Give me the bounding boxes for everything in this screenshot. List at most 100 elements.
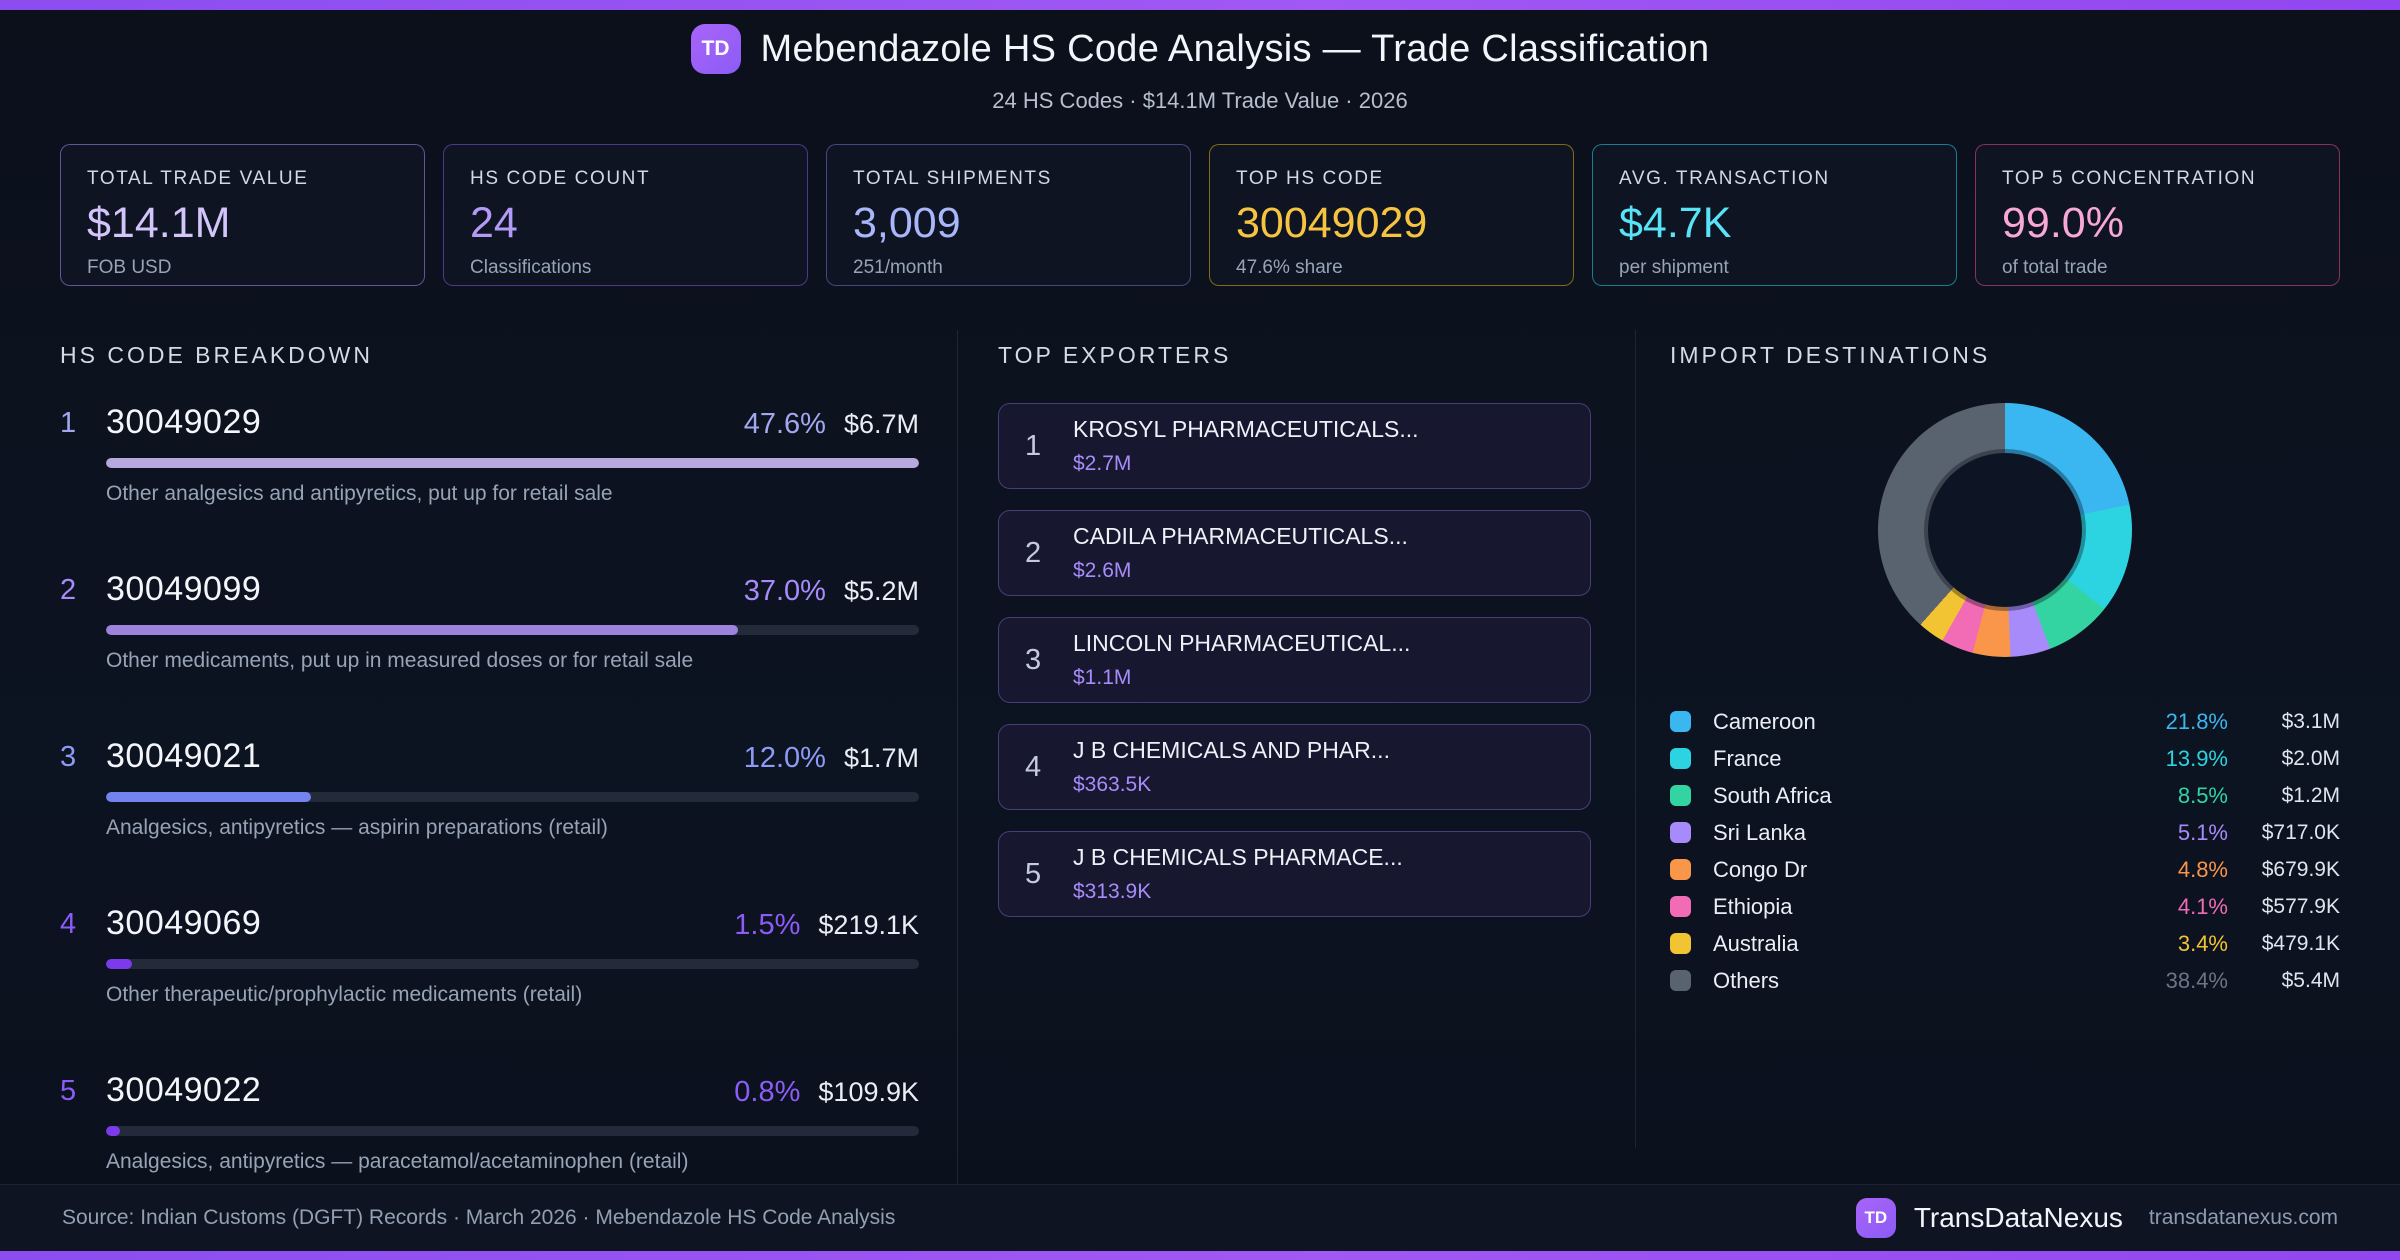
hs-code-description: Analgesics, antipyretics — paracetamol/a… (106, 1150, 689, 1173)
legend-value: $3.1M (2281, 709, 2340, 733)
legend-row: Ethiopia 4.1% $577.9K (1670, 888, 2340, 925)
stat-label: TOTAL SHIPMENTS (853, 168, 1052, 189)
hs-breakdown-row: 3 30049021 12.0% $1.7M Analgesics, antip… (60, 737, 919, 840)
hs-code: 30049029 (106, 403, 262, 441)
stat-label: AVG. TRANSACTION (1619, 168, 1830, 189)
top-accent-bar (0, 0, 2400, 10)
progress-fill (106, 959, 132, 969)
legend-row: Congo Dr 4.8% $679.9K (1670, 851, 2340, 888)
stat-card-total-shipments: TOTAL SHIPMENTS 3,009 251/month (826, 144, 1191, 286)
exporter-name: CADILA PHARMACEUTICALS... (1073, 523, 1408, 549)
stat-label: TOP HS CODE (1236, 168, 1384, 189)
exporter-card: 3 LINCOLN PHARMACEUTICAL... $1.1M (998, 617, 1591, 703)
exporter-card: 1 KROSYL PHARMACEUTICALS... $2.7M (998, 403, 1591, 489)
exporter-card: 4 J B CHEMICALS AND PHAR... $363.5K (998, 724, 1591, 810)
stat-sublabel: FOB USD (87, 257, 172, 278)
exporter-value: $2.7M (1073, 452, 1132, 475)
donut-hole (1928, 453, 2082, 607)
progress-fill (106, 792, 311, 802)
stat-label: TOTAL TRADE VALUE (87, 168, 309, 189)
legend-percent: 3.4% (2177, 930, 2228, 956)
share-percent: 37.0% (743, 575, 826, 607)
stat-sublabel: of total trade (2002, 257, 2108, 278)
legend-swatch (1670, 785, 1691, 806)
legend-country: South Africa (1713, 782, 1832, 808)
stat-value: 99.0% (2002, 199, 2124, 247)
stat-card-total-trade-value: TOTAL TRADE VALUE $14.1M FOB USD (60, 144, 425, 286)
stat-sublabel: 251/month (853, 257, 943, 278)
rank-number: 4 (1025, 750, 1042, 783)
stat-sublabel: per shipment (1619, 257, 1729, 278)
stat-card-top-hs-code: TOP HS CODE 30049029 47.6% share (1209, 144, 1574, 286)
legend-swatch (1670, 711, 1691, 732)
progress-track (106, 625, 919, 635)
brand-logo-badge: TD (1855, 1198, 1896, 1238)
stat-value: $14.1M (87, 199, 231, 247)
hs-code-description: Analgesics, antipyretics — aspirin prepa… (106, 816, 608, 839)
legend-value: $577.9K (2261, 894, 2340, 918)
exporter-card: 2 CADILA PHARMACEUTICALS... $2.6M (998, 510, 1591, 596)
destinations-legend: Cameroon 21.8% $3.1M France 13.9% $2.0M … (1670, 703, 2340, 999)
hs-breakdown-row: 1 30049029 47.6% $6.7M Other analgesics … (60, 403, 919, 506)
rank-number: 3 (60, 741, 77, 773)
legend-row: South Africa 8.5% $1.2M (1670, 777, 2340, 814)
header: TD Mebendazole HS Code Analysis — Trade … (0, 0, 2400, 114)
progress-fill (106, 1126, 120, 1136)
section-heading-breakdown: HS CODE BREAKDOWN (60, 342, 373, 368)
source-note: Source: Indian Customs (DGFT) Records · … (62, 1206, 896, 1229)
legend-swatch (1670, 933, 1691, 954)
legend-value: $717.0K (2261, 820, 2340, 844)
legend-row: Australia 3.4% $479.1K (1670, 925, 2340, 962)
footer-branding: TD TransDataNexus transdatanexus.com (1855, 1198, 2338, 1238)
legend-percent: 13.9% (2165, 745, 2228, 771)
stat-sublabel: 47.6% share (1236, 257, 1343, 278)
rank-number: 2 (60, 574, 77, 606)
hs-code-breakdown-panel: HS CODE BREAKDOWN 1 30049029 47.6% $6.7M… (60, 330, 958, 1238)
rank-number: 5 (1025, 857, 1042, 890)
legend-value: $479.1K (2261, 931, 2340, 955)
bottom-accent-bar (0, 1251, 2400, 1260)
stat-card-hs-code-count: HS CODE COUNT 24 Classifications (443, 144, 808, 286)
legend-country: France (1713, 745, 1782, 771)
exporter-value: $1.1M (1073, 666, 1132, 689)
hs-breakdown-row: 2 30049099 37.0% $5.2M Other medicaments… (60, 570, 919, 673)
progress-fill (106, 625, 738, 635)
section-heading-exporters: TOP EXPORTERS (998, 342, 1232, 368)
stat-card-avg-transaction: AVG. TRANSACTION $4.7K per shipment (1592, 144, 1957, 286)
trade-value: $6.7M (843, 409, 919, 439)
hs-code: 30049022 (106, 1071, 262, 1109)
exporter-name: J B CHEMICALS PHARMACE... (1073, 844, 1403, 870)
page-title: Mebendazole HS Code Analysis — Trade Cla… (760, 27, 1710, 70)
stat-value: 30049029 (1236, 199, 1428, 247)
exporter-name: J B CHEMICALS AND PHAR... (1073, 737, 1390, 763)
brand-domain: transdatanexus.com (2148, 1206, 2338, 1229)
trade-value: $109.9K (818, 1077, 919, 1107)
stat-value: $4.7K (1619, 199, 1732, 247)
brand-logo-badge: TD (690, 24, 741, 74)
legend-country: Sri Lanka (1713, 819, 1806, 845)
exporter-card: 5 J B CHEMICALS PHARMACE... $313.9K (998, 831, 1591, 917)
brand-name: TransDataNexus (1913, 1202, 2123, 1233)
stat-card-top5-concentration: TOP 5 CONCENTRATION 99.0% of total trade (1975, 144, 2340, 286)
legend-value: $1.2M (2281, 783, 2340, 807)
rank-number: 1 (60, 407, 77, 439)
legend-swatch (1670, 822, 1691, 843)
trade-value: $219.1K (818, 910, 919, 940)
progress-track (106, 458, 919, 468)
hs-code-description: Other therapeutic/prophylactic medicamen… (106, 983, 583, 1006)
hs-code: 30049099 (106, 570, 262, 608)
legend-country: Ethiopia (1713, 893, 1793, 919)
progress-track (106, 792, 919, 802)
stat-label: TOP 5 CONCENTRATION (2002, 168, 2257, 189)
page-subtitle: 24 HS Codes · $14.1M Trade Value · 2026 (992, 88, 1408, 113)
exporter-value: $2.6M (1073, 559, 1132, 582)
share-percent: 1.5% (734, 909, 801, 941)
kpi-row: TOTAL TRADE VALUE $14.1M FOB USD HS CODE… (60, 144, 2340, 286)
legend-percent: 8.5% (2177, 782, 2228, 808)
exporter-value: $363.5K (1073, 773, 1152, 796)
legend-row: Sri Lanka 5.1% $717.0K (1670, 814, 2340, 851)
legend-country: Australia (1713, 930, 1799, 956)
import-destinations-panel: IMPORT DESTINATIONS Cameroon 21.8% $3.1M… (1636, 330, 2340, 999)
legend-swatch (1670, 970, 1691, 991)
hs-breakdown-row: 5 30049022 0.8% $109.9K Analgesics, anti… (60, 1071, 919, 1174)
